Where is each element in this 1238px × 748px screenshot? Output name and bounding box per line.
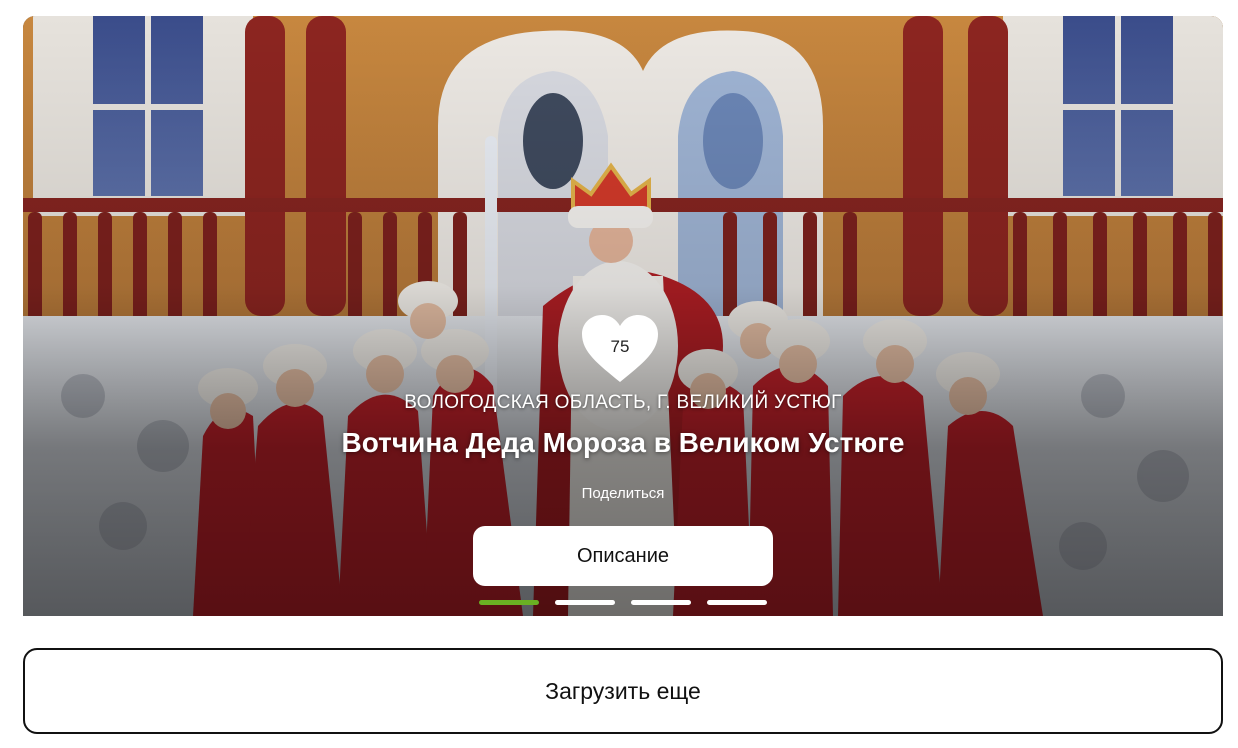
slide-indicators (479, 600, 767, 605)
slide-dot-4[interactable] (707, 600, 767, 605)
like-button[interactable]: 75 (580, 314, 660, 384)
like-count: 75 (610, 337, 630, 356)
share-link[interactable]: Поделиться (582, 485, 665, 502)
tour-card[interactable]: 75 ВОЛОГОДСКАЯ ОБЛАСТЬ, Г. ВЕЛИКИЙ УСТЮГ… (23, 16, 1223, 616)
share-row: Поделиться (23, 485, 1223, 502)
slide-dot-1[interactable] (479, 600, 539, 605)
slide-dot-2[interactable] (555, 600, 615, 605)
card-title: Вотчина Деда Мороза в Великом Устюге (341, 427, 905, 458)
load-more-button[interactable]: Загрузить еще (23, 648, 1223, 734)
card-region: ВОЛОГОДСКАЯ ОБЛАСТЬ, Г. ВЕЛИКИЙ УСТЮГ (404, 392, 842, 413)
description-button[interactable]: Описание (473, 526, 773, 586)
slide-dot-3[interactable] (631, 600, 691, 605)
